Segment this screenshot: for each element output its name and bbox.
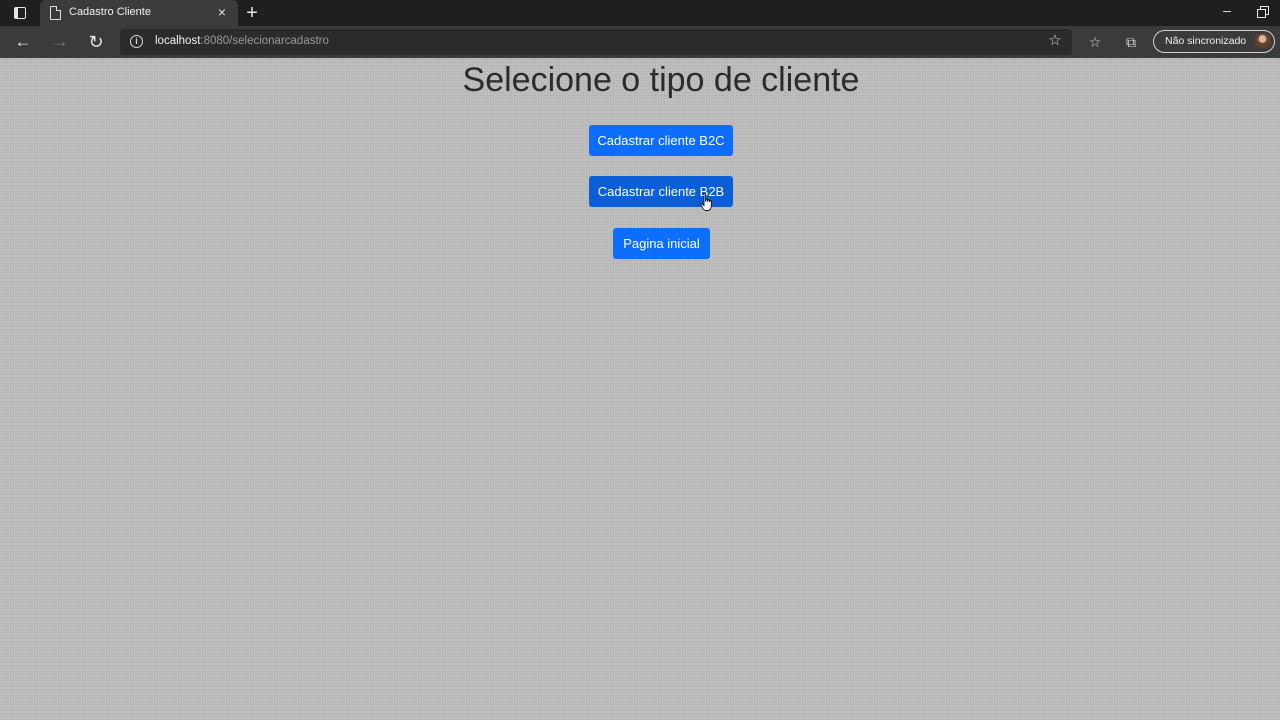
info-icon[interactable]: i [130,35,143,48]
tab-cadastro-cliente[interactable]: Cadastro Cliente × [40,0,238,26]
refresh-button[interactable]: ↻ [84,30,108,54]
favorites-icon[interactable]: ☆ [1086,33,1104,51]
new-tab-button[interactable]: + [242,3,262,23]
register-b2c-button[interactable]: Cadastrar cliente B2C [589,125,733,156]
tab-strip: Cadastro Cliente × + – [0,0,1280,26]
back-button[interactable]: ← [11,30,35,54]
avatar [1254,33,1271,50]
page-icon [50,6,61,20]
url-host: localhost [155,35,201,47]
url-path: :8080/selecionarcadastro [200,35,329,47]
tab-title: Cadastro Cliente [69,6,151,18]
collections-icon[interactable]: ⧉ [1122,33,1140,51]
browser-window: Cadastro Cliente × + – ← → ↻ i localhost… [0,0,1280,720]
profile-button[interactable]: Não sincronizado [1153,30,1275,53]
add-favorite-icon[interactable]: ☆ [1046,32,1064,50]
tab-actions-icon [14,7,26,19]
page-title: Selecione o tipo de cliente [462,61,860,99]
profile-label: Não sincronizado [1165,35,1247,47]
url-text[interactable]: localhost:8080/selecionarcadastro [155,35,329,47]
close-icon[interactable]: × [214,4,230,20]
restore-icon-front [1257,9,1266,18]
hand-cursor-icon [700,192,712,211]
forward-button[interactable]: → [48,30,72,54]
home-page-button[interactable]: Pagina inicial [613,228,710,259]
restore-button[interactable] [1255,5,1269,19]
address-bar[interactable]: i localhost:8080/selecionarcadastro ☆ [120,29,1072,55]
page-content: Selecione o tipo de cliente Cadastrar cl… [0,58,1280,720]
minimize-button[interactable]: – [1216,3,1238,21]
browser-toolbar: ← → ↻ i localhost:8080/selecionarcadastr… [0,26,1280,58]
tab-actions-button[interactable] [8,4,32,22]
